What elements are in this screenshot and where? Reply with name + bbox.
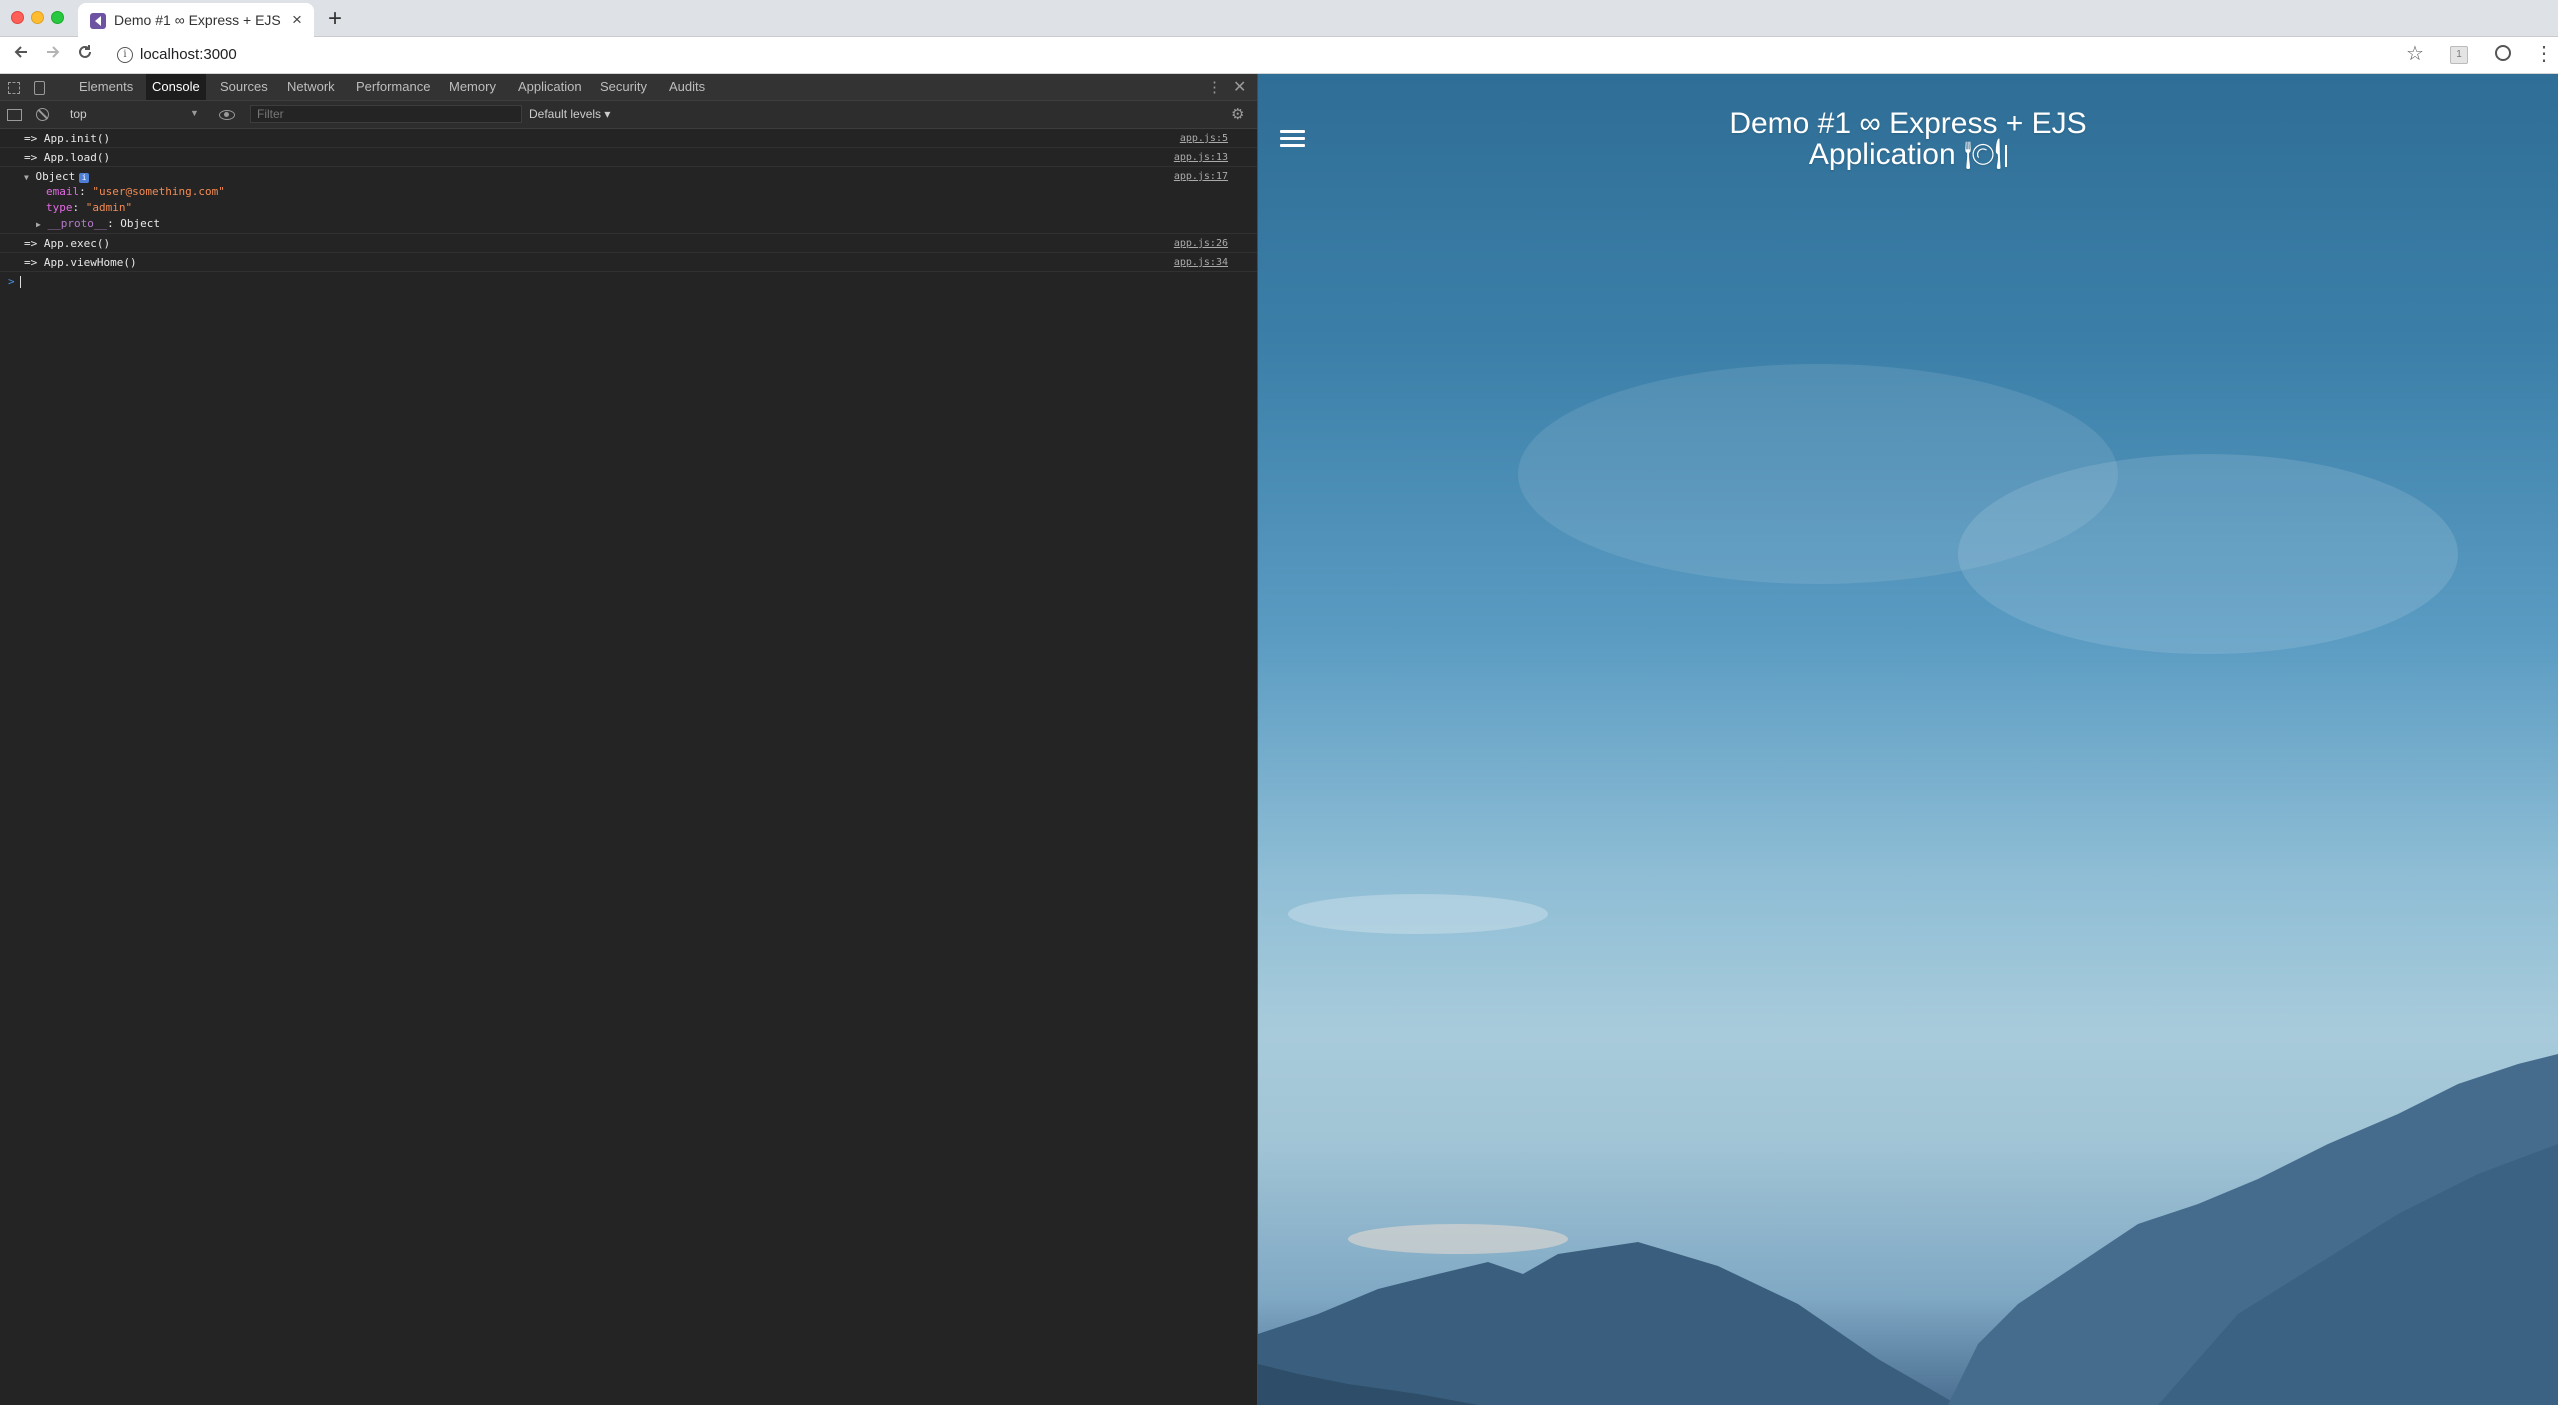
site-info-icon[interactable]: i — [117, 47, 133, 63]
context-selector[interactable]: top — [70, 107, 87, 121]
object-info-badge-icon[interactable]: i — [79, 173, 90, 183]
console-filter-input[interactable] — [250, 105, 522, 123]
expand-triangle-icon[interactable]: ▼ — [24, 173, 29, 182]
devtools-tabbar: Elements Console Sources Network Perform… — [0, 74, 1257, 101]
tab-sources[interactable]: Sources — [214, 74, 274, 100]
collapse-triangle-icon[interactable]: ▶ — [36, 220, 41, 229]
log-source-link[interactable]: app.js:17 — [1174, 167, 1228, 186]
context-caret-icon[interactable]: ▼ — [190, 108, 199, 118]
object-property: type: "admin" — [46, 201, 133, 214]
hamburger-menu-icon[interactable] — [1280, 130, 1305, 148]
console-object-entry: ▼ Object i app.js:17 email: "user@somethi… — [0, 167, 1257, 234]
clear-console-icon[interactable] — [36, 108, 49, 121]
log-source-link[interactable]: app.js:34 — [1174, 253, 1228, 272]
log-source-link[interactable]: app.js:13 — [1174, 148, 1228, 167]
reload-icon[interactable] — [76, 43, 94, 67]
page-viewport: Demo #1 ∞ Express + EJS Application 🍽 — [1258, 74, 2558, 1405]
tab-memory[interactable]: Memory — [443, 74, 502, 100]
tab-performance[interactable]: Performance — [350, 74, 436, 100]
console-log-row: => App.viewHome() app.js:34 — [0, 253, 1257, 272]
tab-close-icon[interactable]: × — [292, 10, 302, 30]
devtools-panel: Elements Console Sources Network Perform… — [0, 74, 1257, 1405]
console-prompt[interactable]: > — [0, 272, 1257, 292]
live-expression-eye-icon[interactable] — [219, 110, 235, 120]
log-levels-dropdown[interactable]: Default levels ▾ — [529, 107, 610, 121]
favicon-icon — [90, 13, 106, 29]
console-log-row: => App.init() app.js:5 — [0, 129, 1257, 148]
minimize-window-button[interactable] — [31, 11, 44, 24]
browser-tabstrip: Demo #1 ∞ Express + EJS App × + — [0, 0, 2558, 37]
object-proto-row[interactable]: ▶ __proto__: Object — [36, 216, 160, 232]
tab-console[interactable]: Console — [146, 74, 206, 100]
console-filterbar: top ▼ Default levels ▾ ⚙ — [0, 101, 1257, 129]
browser-toolbar: i localhost:3000 ☆ 1 ⋮ — [0, 37, 2558, 74]
devtools-more-icon[interactable]: ⋮ — [1207, 78, 1222, 96]
tab-application[interactable]: Application — [512, 74, 588, 100]
console-sidebar-icon[interactable] — [7, 109, 22, 121]
console-output: => App.init() app.js:5 => App.load() app… — [0, 129, 1257, 292]
page-title-line1: Demo #1 ∞ Express + EJS — [1729, 107, 2087, 140]
tab-elements[interactable]: Elements — [73, 74, 139, 100]
console-settings-gear-icon[interactable]: ⚙ — [1231, 105, 1244, 123]
tab-security[interactable]: Security — [594, 74, 653, 100]
forward-arrow-icon[interactable] — [44, 43, 62, 67]
bookmark-star-icon[interactable]: ☆ — [2406, 42, 2424, 66]
tab-audits[interactable]: Audits — [663, 74, 711, 100]
text-cursor — [2005, 145, 2008, 168]
log-message: => App.viewHome() — [24, 256, 137, 269]
inspect-element-icon[interactable] — [8, 82, 20, 94]
devtools-close-icon[interactable]: ✕ — [1233, 77, 1246, 97]
page-title: Demo #1 ∞ Express + EJS Application 🍽 — [1698, 108, 2118, 170]
log-message: => App.init() — [24, 132, 111, 145]
prompt-caret-icon: > — [8, 275, 15, 288]
browser-menu-icon[interactable]: ⋮ — [2534, 42, 2554, 66]
tab-title: Demo #1 ∞ Express + EJS App — [114, 12, 284, 28]
object-property: email: "user@something.com" — [46, 185, 225, 198]
log-message: => App.load() — [24, 151, 111, 164]
close-window-button[interactable] — [11, 11, 24, 24]
log-source-link[interactable]: app.js:26 — [1174, 234, 1228, 253]
extension-icon[interactable]: 1 — [2450, 46, 2468, 64]
console-log-row: => App.load() app.js:13 — [0, 148, 1257, 167]
console-log-row: => App.exec() app.js:26 — [0, 234, 1257, 253]
log-source-link[interactable]: app.js:5 — [1180, 129, 1228, 148]
address-bar[interactable]: localhost:3000 — [140, 46, 237, 63]
tab-network[interactable]: Network — [281, 74, 341, 100]
back-arrow-icon[interactable] — [12, 43, 30, 67]
new-tab-button[interactable]: + — [328, 6, 342, 32]
log-message: => App.exec() — [24, 237, 111, 250]
profile-icon[interactable] — [2495, 45, 2511, 61]
page-title-line2: Application 🍽 — [1808, 138, 2003, 171]
browser-tab-active[interactable]: Demo #1 ∞ Express + EJS App × — [78, 3, 314, 37]
text-cursor — [19, 276, 21, 288]
maximize-window-button[interactable] — [51, 11, 64, 24]
device-toolbar-icon[interactable] — [34, 81, 45, 95]
mountain-landscape — [1258, 1054, 2558, 1405]
object-label[interactable]: Object — [35, 170, 75, 183]
